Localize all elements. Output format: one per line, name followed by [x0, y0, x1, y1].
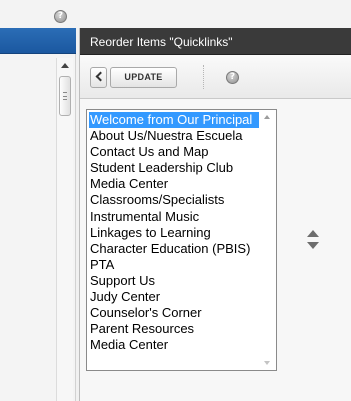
list-item[interactable]: Counselor's Corner [89, 305, 261, 321]
listbox-scrollbar[interactable] [259, 110, 276, 370]
back-button[interactable] [90, 67, 107, 88]
list-item[interactable]: Media Center [89, 337, 261, 353]
scroll-up-icon[interactable] [61, 63, 69, 68]
list-items: Welcome from Our Principal About Us/Nuest… [89, 112, 261, 353]
dialog-title: Reorder Items "Quicklinks" [90, 35, 233, 49]
left-pane-scrollbar[interactable] [56, 58, 73, 401]
list-item[interactable]: Support Us [89, 273, 261, 289]
list-item[interactable]: Student Leadership Club [89, 160, 261, 176]
update-button[interactable]: UPDATE [110, 67, 177, 88]
toolbar: UPDATE ? [80, 55, 351, 99]
move-up-icon[interactable] [307, 230, 319, 237]
top-strip: ? [0, 0, 351, 28]
grip-icon [63, 92, 67, 100]
items-listbox[interactable]: Welcome from Our Principal About Us/Nuest… [86, 109, 277, 371]
scroll-down-icon[interactable] [264, 361, 270, 365]
list-item[interactable]: Classrooms/Specialists [89, 192, 261, 208]
list-item[interactable]: Linkages to Learning [89, 225, 261, 241]
list-item[interactable]: Judy Center [89, 289, 261, 305]
list-item[interactable]: Welcome from Our Principal [89, 112, 261, 129]
list-item[interactable]: Parent Resources [89, 321, 261, 337]
left-pane [0, 28, 76, 401]
move-down-icon[interactable] [307, 242, 319, 249]
list-item[interactable]: Media Center [89, 176, 261, 192]
toolbar-divider [203, 65, 204, 89]
left-pane-header [0, 28, 76, 54]
list-item[interactable]: Character Education (PBIS) [89, 241, 261, 257]
list-item[interactable]: Instrumental Music [89, 209, 261, 225]
chevron-left-icon [95, 71, 106, 82]
screen: ? Reorder Items "Quicklinks" UPDATE ? We… [0, 0, 351, 401]
list-item[interactable]: PTA [89, 257, 261, 273]
help-icon[interactable]: ? [54, 10, 67, 23]
dialog-header: Reorder Items "Quicklinks" [80, 28, 351, 55]
list-item[interactable]: About Us/Nuestra Escuela [89, 128, 261, 144]
scroll-up-icon[interactable] [264, 115, 270, 119]
reorder-dialog: Reorder Items "Quicklinks" UPDATE ? Welc… [79, 28, 351, 401]
help-icon[interactable]: ? [226, 71, 239, 84]
scrollbar-thumb[interactable] [59, 76, 71, 116]
list-item[interactable]: Contact Us and Map [89, 144, 261, 160]
